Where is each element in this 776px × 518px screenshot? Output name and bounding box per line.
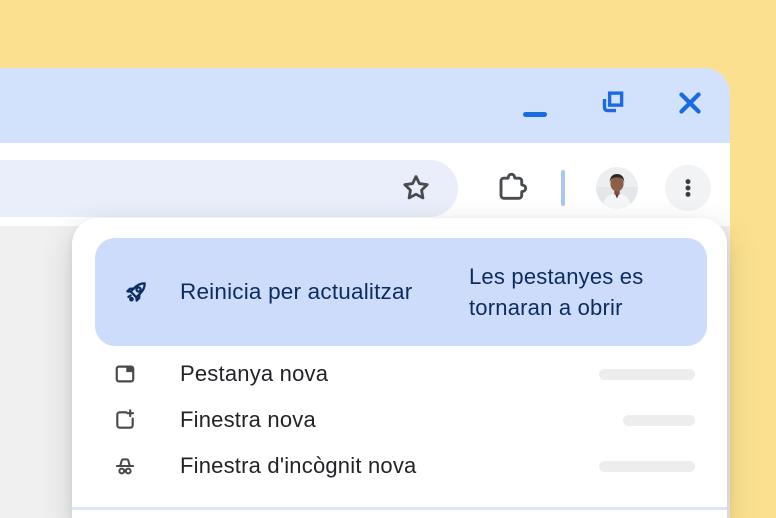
menu-item-label: Pestanya nova	[180, 361, 328, 387]
more-vert-icon	[673, 173, 703, 203]
profile-avatar[interactable]	[596, 167, 638, 209]
close-icon[interactable]	[674, 87, 706, 119]
menu-item-new-tab[interactable]: Pestanya nova	[72, 351, 727, 397]
shortcut-placeholder	[599, 369, 695, 380]
extensions-icon[interactable]	[493, 170, 528, 205]
menu-item-label: Finestra nova	[180, 407, 316, 433]
incognito-icon	[112, 453, 138, 479]
more-menu-button[interactable]	[665, 165, 711, 211]
rocket-launch-icon	[120, 276, 152, 308]
menu-item-new-incognito-window[interactable]: Finestra d'incògnit nova	[72, 443, 727, 489]
menu-item-restart-to-update[interactable]: Reinicia per actualitzar Les pestanyes e…	[95, 238, 707, 346]
minimize-icon[interactable]	[523, 112, 547, 117]
restore-icon[interactable]	[598, 87, 628, 117]
new-window-icon	[112, 407, 138, 433]
window-titlebar	[0, 68, 730, 143]
bookmark-star-icon[interactable]	[398, 170, 434, 206]
restart-item-hint: Les pestanyes es tornaran a obrir	[469, 261, 683, 323]
shortcut-placeholder	[599, 461, 695, 472]
menu-item-new-window[interactable]: Finestra nova	[72, 397, 727, 443]
avatar-image	[596, 167, 638, 209]
shortcut-placeholder	[623, 415, 695, 426]
restart-item-label: Reinicia per actualitzar	[180, 279, 469, 305]
menu-section-divider	[72, 507, 727, 510]
toolbar-divider	[561, 170, 565, 206]
menu-item-label: Finestra d'incògnit nova	[180, 453, 416, 479]
new-tab-icon	[112, 361, 138, 387]
menu-items-list: Pestanya nova Finestra nova	[72, 351, 727, 489]
chrome-menu-panel: Reinicia per actualitzar Les pestanyes e…	[72, 218, 727, 518]
address-bar[interactable]	[0, 160, 458, 217]
